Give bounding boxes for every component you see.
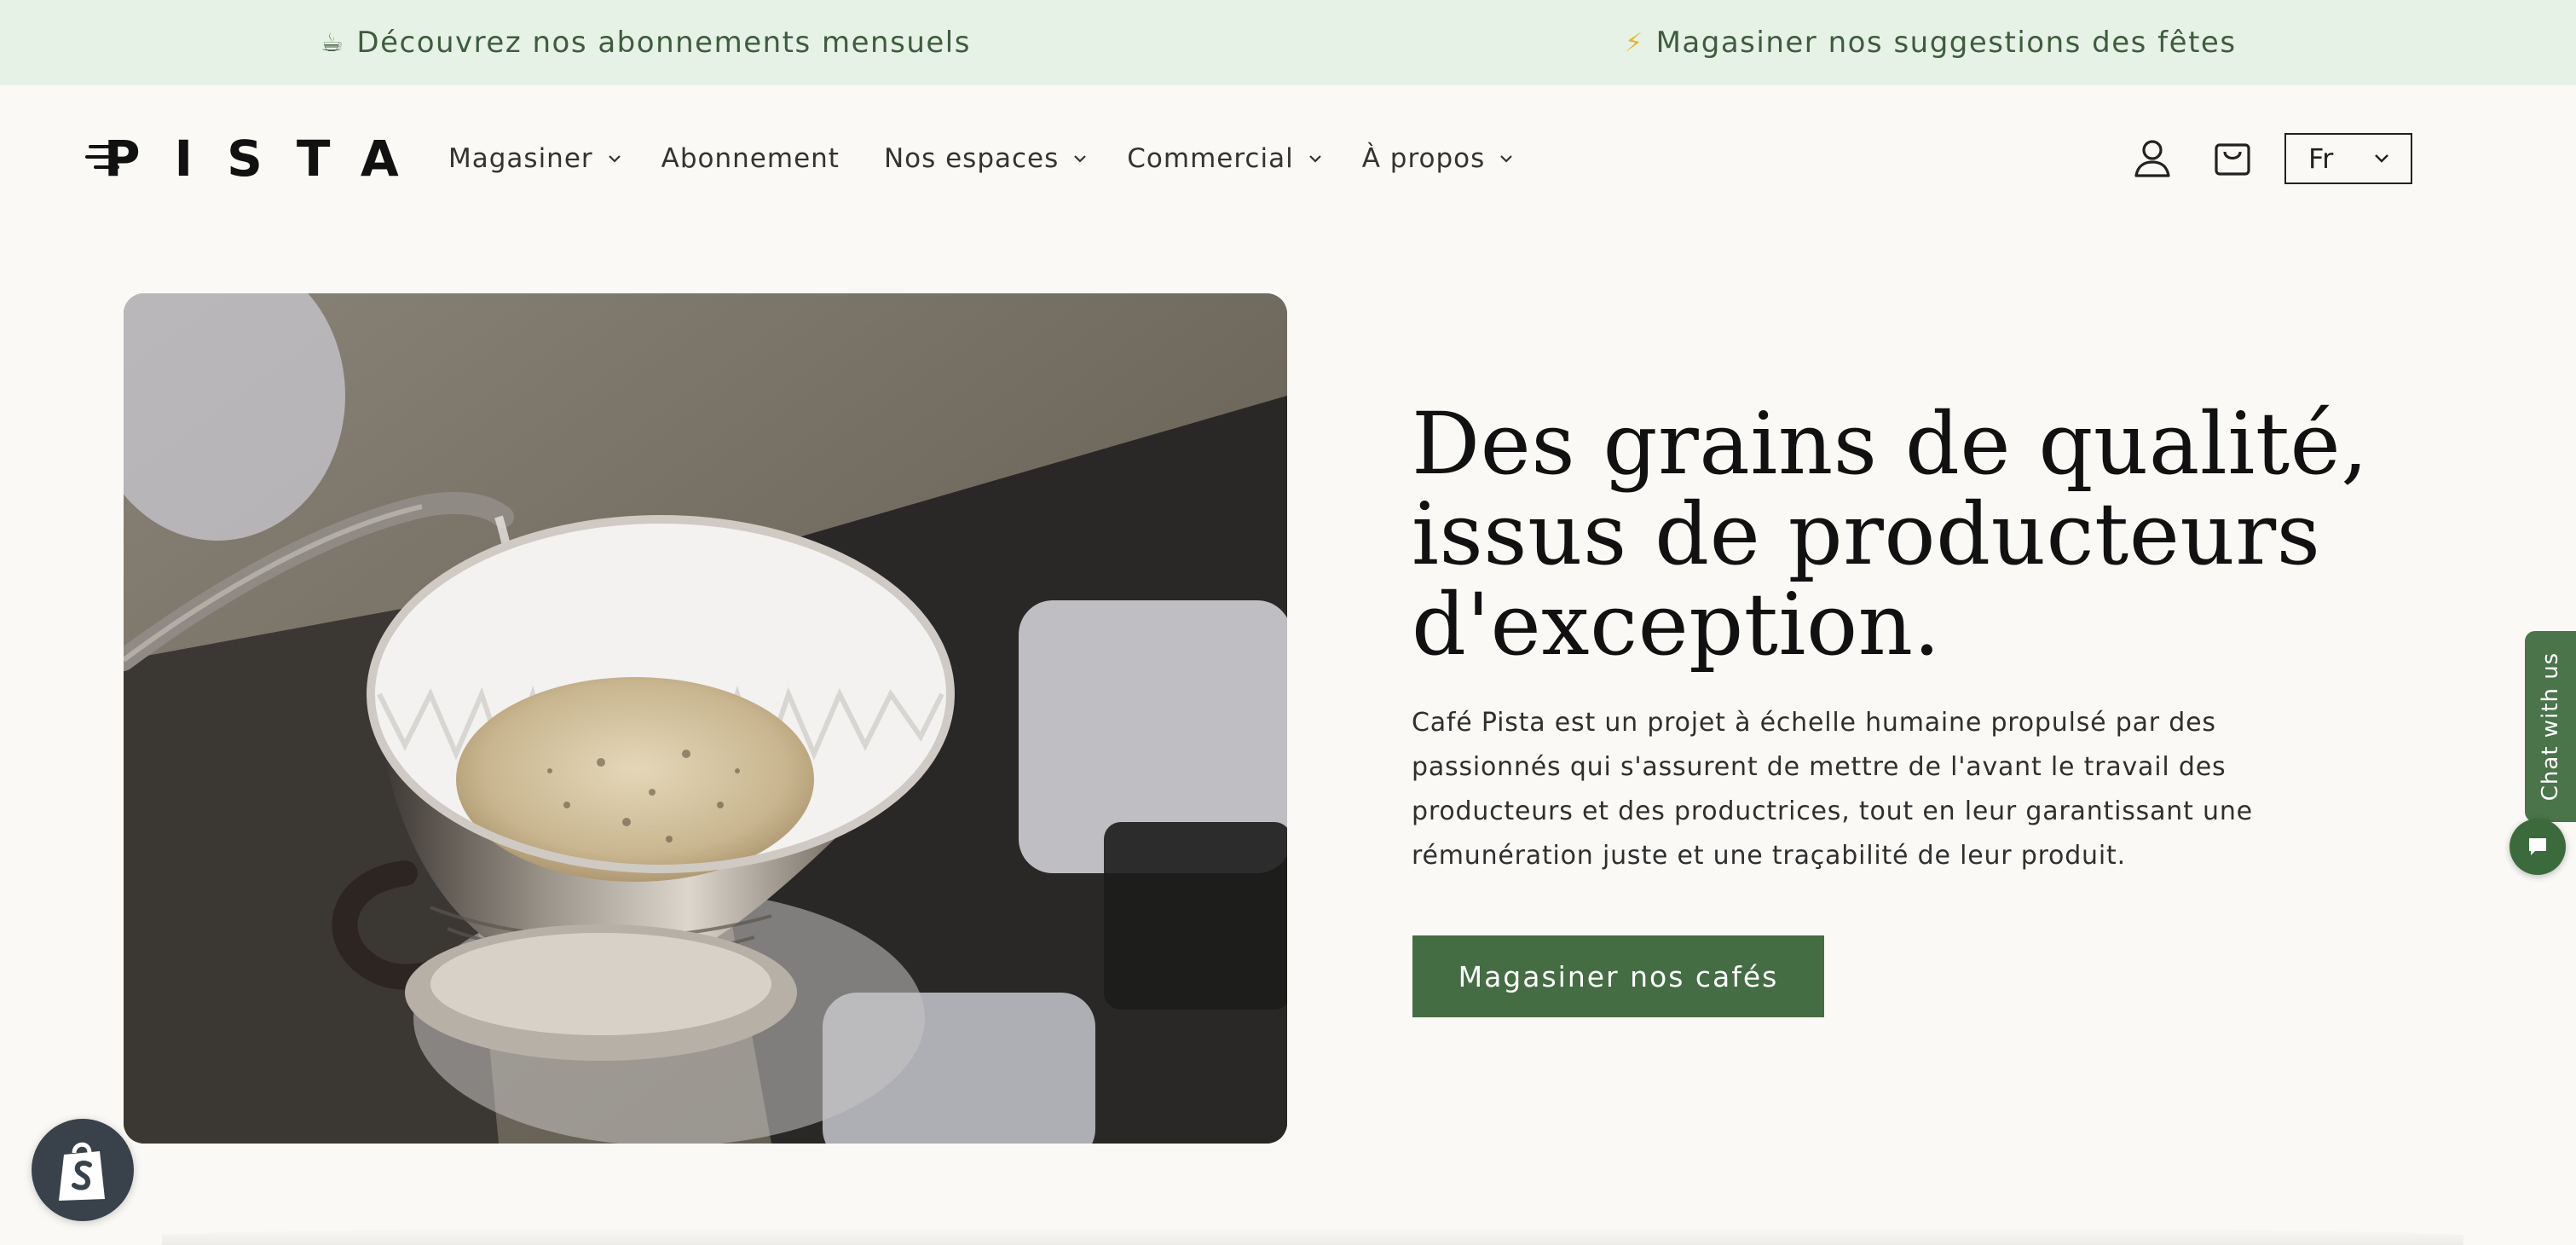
chevron-down-icon — [2375, 154, 2388, 163]
account-link[interactable] — [2129, 130, 2175, 188]
cart-link[interactable] — [2209, 130, 2255, 188]
nav-item-abonnement[interactable]: Abonnement — [661, 143, 840, 174]
chevron-down-icon — [1074, 155, 1087, 163]
nav-item-label: À propos — [1361, 143, 1486, 174]
chevron-down-icon — [608, 155, 621, 163]
logo-link[interactable]: PISTA — [85, 130, 399, 188]
section-divider-shadow — [162, 1226, 2463, 1245]
chevron-down-icon — [1500, 155, 1513, 163]
nav-item-label: Commercial — [1127, 143, 1294, 174]
chat-tab-label: Chat with us — [2538, 651, 2563, 802]
chevron-down-icon — [1308, 155, 1321, 163]
nav-item-magasiner[interactable]: Magasiner — [448, 143, 624, 174]
language-select[interactable]: Fr — [2284, 133, 2412, 184]
shopping-bag-icon — [2215, 143, 2250, 176]
chat-tab[interactable]: Chat with us — [2525, 631, 2576, 822]
nav-item-nos-espaces[interactable]: Nos espaces — [884, 143, 1089, 174]
nav-item-a-propos[interactable]: À propos — [1362, 143, 1516, 174]
announcement-bar: ☕ Découvrez nos abonnements mensuels ⚡ M… — [0, 0, 2576, 85]
chat-bubble-icon — [2529, 838, 2546, 855]
hero-title: Des grains de qualité, issus de producte… — [1412, 394, 2369, 675]
shopify-badge[interactable] — [32, 1119, 134, 1221]
shopify-bag-icon — [59, 1142, 105, 1201]
pour-over-illustration — [124, 293, 1287, 1144]
main-nav: Magasiner Abonnement Nos espaces Commerc… — [448, 136, 1516, 181]
chat-bubble-button[interactable] — [2510, 819, 2566, 875]
hero-description: Café Pista est un projet à échelle humai… — [1412, 708, 2253, 871]
user-icon — [2134, 140, 2170, 177]
announcement-subscriptions-link[interactable]: ☕ Découvrez nos abonnements mensuels — [321, 0, 971, 85]
announcement-subscriptions-text: Découvrez nos abonnements mensuels — [356, 26, 971, 60]
logo-speed-lines — [85, 133, 128, 184]
announcement-holiday-text: Magasiner nos suggestions des fêtes — [1655, 26, 2237, 60]
announcement-holiday-link[interactable]: ⚡ Magasiner nos suggestions des fêtes — [1625, 0, 2237, 85]
shop-coffees-button[interactable]: Magasiner nos cafés — [1412, 935, 1824, 1017]
nav-item-label: Nos espaces — [883, 143, 1060, 174]
language-selected-value: Fr — [2308, 142, 2334, 175]
nav-item-commercial[interactable]: Commercial — [1127, 143, 1324, 174]
logo-text: PISTA — [104, 130, 433, 188]
coffee-cup-icon: ☕ — [321, 27, 345, 58]
site-header: PISTA Magasiner Abonnement Nos espaces C… — [0, 85, 2576, 232]
hero-image — [124, 293, 1287, 1144]
nav-item-label: Magasiner — [448, 143, 593, 174]
nav-item-label: Abonnement — [661, 143, 840, 174]
lightning-bolt-icon: ⚡ — [1625, 27, 1644, 58]
